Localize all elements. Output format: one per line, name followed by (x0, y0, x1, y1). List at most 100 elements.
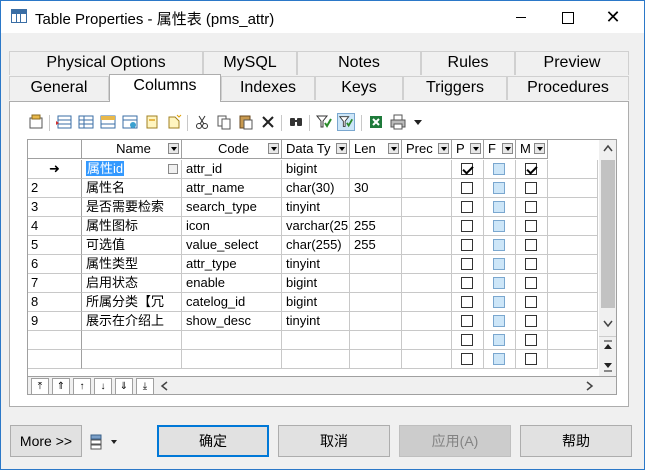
tab-keys[interactable]: Keys (315, 76, 403, 100)
table-cell[interactable] (402, 217, 452, 236)
table-cell[interactable] (516, 198, 548, 217)
move-page-down-icon[interactable]: ⇓ (115, 378, 133, 394)
move-down-icon[interactable]: ↓ (94, 378, 112, 394)
table-cell[interactable]: tinyint (282, 312, 350, 331)
chevron-down-icon[interactable] (502, 143, 513, 154)
filter-icon[interactable] (315, 113, 333, 131)
table-cell[interactable] (484, 160, 516, 179)
mandatory-checkbox[interactable] (525, 163, 537, 175)
ok-button[interactable]: 确定 (157, 425, 269, 457)
table-cell[interactable] (548, 160, 598, 179)
add-row-icon[interactable] (77, 113, 95, 131)
primary-key-checkbox[interactable] (461, 182, 473, 194)
foreign-key-checkbox[interactable] (493, 334, 505, 346)
tab-rules[interactable]: Rules (421, 51, 515, 75)
table-cell[interactable]: show_desc (182, 312, 282, 331)
table-cell[interactable] (452, 160, 484, 179)
foreign-key-checkbox[interactable] (493, 315, 505, 327)
chevron-down-icon[interactable] (388, 143, 399, 154)
scroll-thumb[interactable] (601, 160, 615, 308)
chevron-down-icon[interactable] (336, 143, 347, 154)
paste-icon[interactable] (237, 113, 255, 131)
table-cell[interactable]: char(30) (282, 179, 350, 198)
horizontal-scrollbar[interactable] (158, 377, 598, 394)
column-header-foreign[interactable]: F (484, 140, 516, 159)
tab-procedures[interactable]: Procedures (507, 76, 629, 100)
tab-mysql[interactable]: MySQL (203, 51, 297, 75)
table-cell[interactable]: value_select (182, 236, 282, 255)
column-header-primary[interactable]: P (452, 140, 484, 159)
tab-triggers[interactable]: Triggers (403, 76, 507, 100)
column-header-data-type[interactable]: Data Ty (282, 140, 350, 159)
scroll-bottom-icon[interactable] (602, 359, 614, 373)
primary-key-checkbox[interactable] (461, 334, 473, 346)
table-cell[interactable] (452, 217, 484, 236)
mandatory-checkbox[interactable] (525, 239, 537, 251)
table-cell[interactable]: attr_name (182, 179, 282, 198)
table-cell[interactable] (516, 179, 548, 198)
scroll-top-icon[interactable] (602, 339, 614, 353)
table-cell[interactable]: 属性名 (82, 179, 182, 198)
column-header-precision[interactable]: Prec (402, 140, 452, 159)
mandatory-checkbox[interactable] (525, 220, 537, 232)
table-cell[interactable] (548, 312, 598, 331)
foreign-key-checkbox[interactable] (493, 277, 505, 289)
table-cell[interactable] (452, 255, 484, 274)
table-cell[interactable] (484, 312, 516, 331)
table-cell[interactable]: attr_id (182, 160, 282, 179)
chevron-down-icon[interactable] (168, 143, 179, 154)
table-cell[interactable]: 展示在介绍上 (82, 312, 182, 331)
primary-key-checkbox[interactable] (461, 220, 473, 232)
table-cell[interactable]: 255 (350, 217, 402, 236)
clear-filter-icon[interactable] (337, 113, 355, 131)
mandatory-checkbox[interactable] (525, 182, 537, 194)
table-cell[interactable] (452, 198, 484, 217)
table-cell[interactable] (548, 198, 598, 217)
model-options-button[interactable] (89, 433, 121, 451)
table-cell[interactable]: tinyint (282, 255, 350, 274)
more-button[interactable]: More >> (10, 425, 82, 457)
table-cell[interactable]: attr_type (182, 255, 282, 274)
move-bottom-icon[interactable]: ⤓ (136, 378, 154, 394)
apply-button[interactable]: 应用(A) (399, 425, 511, 457)
table-cell[interactable] (548, 274, 598, 293)
foreign-key-checkbox[interactable] (493, 220, 505, 232)
chevron-up-icon[interactable] (603, 144, 613, 152)
foreign-key-checkbox[interactable] (493, 182, 505, 194)
copy-icon[interactable] (215, 113, 233, 131)
tab-physical-options[interactable]: Physical Options (9, 51, 203, 75)
tab-preview[interactable]: Preview (515, 51, 629, 75)
column-header-length[interactable]: Len (350, 140, 402, 159)
cut-icon[interactable] (193, 113, 211, 131)
table-cell[interactable] (402, 312, 452, 331)
find-icon[interactable] (287, 113, 305, 131)
row-number[interactable]: 2 (28, 179, 82, 198)
row-number[interactable]: 9 (28, 312, 82, 331)
move-top-icon[interactable]: ⤒ (31, 378, 49, 394)
row-number[interactable]: 7 (28, 274, 82, 293)
table-cell[interactable] (402, 236, 452, 255)
primary-key-checkbox[interactable] (461, 201, 473, 213)
ellipsis-icon[interactable] (168, 164, 178, 174)
foreign-key-checkbox[interactable] (493, 353, 505, 365)
foreign-key-checkbox[interactable] (493, 239, 505, 251)
table-cell[interactable] (516, 160, 548, 179)
table-cell[interactable] (350, 198, 402, 217)
table-cell[interactable] (484, 198, 516, 217)
table-cell[interactable] (484, 236, 516, 255)
table-cell[interactable] (350, 274, 402, 293)
delete-icon[interactable] (259, 113, 277, 131)
chevron-down-icon[interactable] (470, 143, 481, 154)
table-cell[interactable] (484, 274, 516, 293)
tab-indexes[interactable]: Indexes (221, 76, 315, 100)
table-cell[interactable] (402, 160, 452, 179)
table-cell[interactable]: 是否需要检索 (82, 198, 182, 217)
table-cell[interactable]: 所属分类【冗 (82, 293, 182, 312)
dropdown-arrow-icon[interactable] (409, 113, 427, 131)
mandatory-checkbox[interactable] (525, 334, 537, 346)
table-cell[interactable] (402, 274, 452, 293)
row-number[interactable]: 4 (28, 217, 82, 236)
table-cell[interactable]: 属性图标 (82, 217, 182, 236)
move-up-icon[interactable]: ↑ (73, 378, 91, 394)
table-cell[interactable]: tinyint (282, 198, 350, 217)
